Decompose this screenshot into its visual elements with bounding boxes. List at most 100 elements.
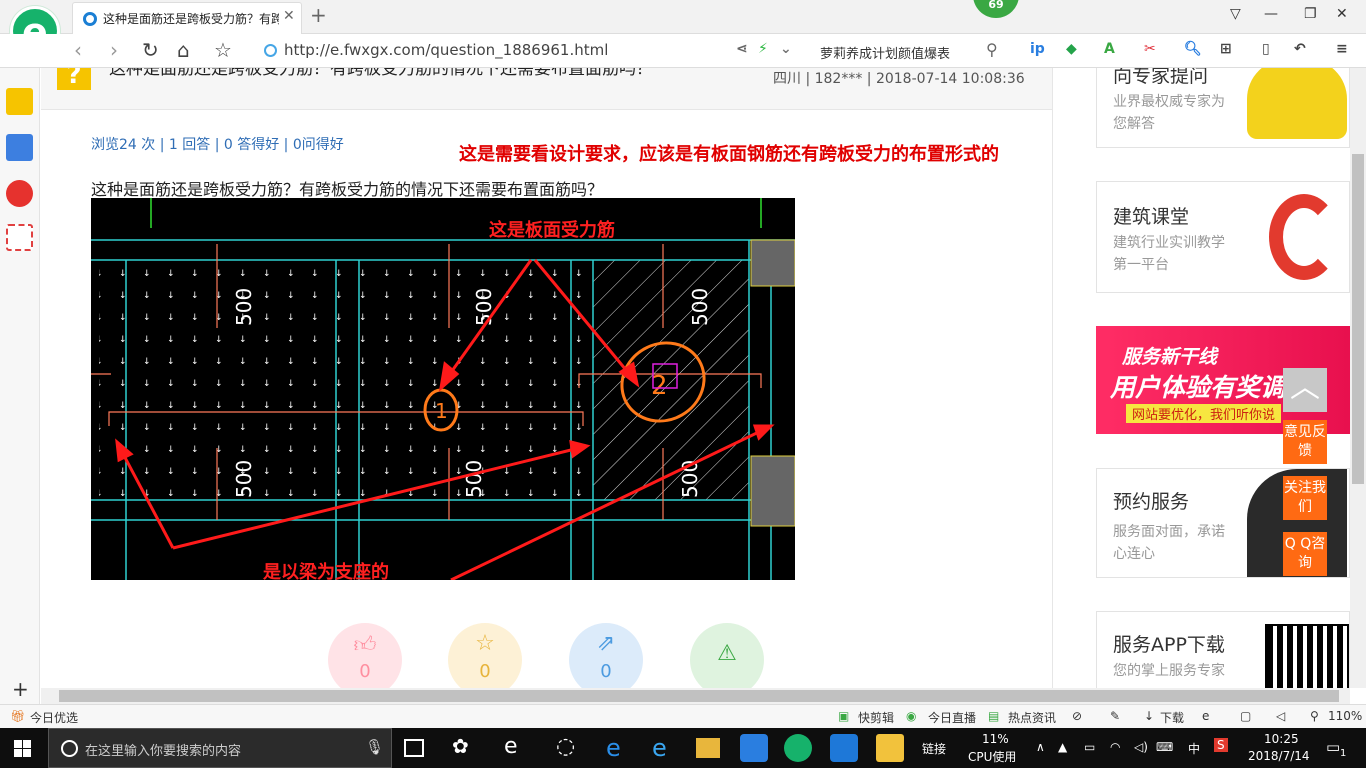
thumbs-up-icon: 👍︎ [353,633,377,658]
download-link[interactable]: 下载 [1160,709,1184,726]
volume-icon[interactable]: ◁ [1276,709,1285,723]
s-app-icon[interactable]: S [1214,738,1228,752]
secure-icon [264,44,277,57]
ip-tool-icon[interactable]: ip [1030,41,1045,57]
skin-icon[interactable]: ▽ [1230,6,1241,22]
network-icon[interactable]: ▲ [1058,740,1067,754]
level-badge[interactable]: 69 [973,0,1019,18]
speaker-icon[interactable]: ◁) [1134,740,1148,754]
speed-icon[interactable]: ⚡ [758,41,768,57]
course-card[interactable]: 建筑课堂 建筑行业实训教学第一平台 [1096,181,1350,293]
report-button[interactable]: ⚠ [690,623,764,688]
qq-consult-button[interactable]: Q Q咨询 [1283,532,1327,576]
favorites-star-icon[interactable] [6,88,33,115]
question-stats[interactable]: 浏览24 次 | 1 回答 | 0 答得好 | 0问得好 [91,134,344,154]
translate-icon[interactable]: A [1104,41,1115,57]
back-to-top-button[interactable]: ︿ [1283,368,1327,412]
tray-expand-icon[interactable]: ∧ [1036,740,1045,754]
g-app-icon[interactable] [740,734,768,762]
follow-us-button[interactable]: 关注我们 [1283,476,1327,520]
quick-edit-link[interactable]: 快剪辑 [858,709,894,726]
clock-date[interactable]: 2018/7/14 [1248,749,1310,763]
tab-active[interactable]: 这种是面筋还是跨板受力筋？有跨板受力筋 ✕ [72,2,302,34]
search-icon[interactable]: ⚲ [986,40,998,59]
taskbar-search-placeholder[interactable]: 在这里输入你要搜索的内容 [85,740,241,759]
ask-expert-card[interactable]: 向专家提问 业界最权威专家为您解答 [1096,68,1350,148]
battery-icon[interactable]: ▭ [1084,740,1095,754]
like-button[interactable]: 👍︎ 0 [328,623,402,688]
tab-close-icon[interactable]: ✕ [283,8,295,24]
forward-icon[interactable]: › [110,38,118,62]
vertical-scroll-thumb[interactable] [1352,154,1364,484]
windows-start-icon[interactable] [14,740,31,757]
back-icon[interactable]: ‹ [74,38,82,62]
scissors-icon[interactable]: ✂ [1144,41,1156,57]
window-icon[interactable]: ▢ [1240,709,1251,723]
weibo-icon[interactable] [6,180,33,207]
search-suggestion[interactable]: 萝莉养成计划颜值爆表 [820,43,950,62]
pin-icon[interactable]: ✎ [1110,709,1120,723]
swirl-app-icon[interactable]: ◌ [556,734,584,762]
menu-icon[interactable]: ≡ [1336,41,1348,57]
best-answer: 这是需要看设计要求，应该是有板面钢筋还有跨板受力的布置形式的 [459,144,999,165]
download-icon[interactable]: ↓ [1144,709,1154,723]
ask-expert-title: 向专家提问 [1113,68,1209,87]
vertical-scrollbar[interactable] [1350,68,1366,688]
ie-browser-icon[interactable]: e [504,734,532,762]
refresh-icon[interactable]: ↻ [142,38,159,62]
cad-drawing: ↓ [91,198,795,580]
url-text[interactable]: http://e.fwxgx.com/question_1886961.html [284,41,608,59]
zoom-level[interactable]: 110% [1328,709,1362,723]
keyboard-icon[interactable]: ⌨ [1156,740,1173,754]
news-link[interactable]: 热点资讯 [1008,709,1056,726]
close-window-icon[interactable]: ✕ [1336,6,1348,22]
file-explorer-icon[interactable] [696,738,720,758]
feedback-button[interactable]: 意见反馈 [1283,420,1327,464]
question-body: 这种是面筋还是跨板受力筋？有跨板受力筋的情况下还需要布置面筋吗？ [91,180,604,199]
status-bar: 🎁︎ 今日优选 ▣ 快剪辑 ◉ 今日直播 ▤ 热点资讯 ⊘ ✎ ↓ 下载 e ▢… [0,704,1366,728]
app-download-card[interactable]: 服务APP下载 您的掌上服务专家 [1096,611,1350,688]
undo-icon[interactable]: ↶ [1294,41,1306,57]
circle-1-label: 1 [435,399,448,423]
notes-app-icon[interactable] [876,734,904,762]
ime-indicator[interactable]: 中 [1188,740,1200,757]
horizontal-scrollbar[interactable] [41,688,1350,704]
ie-mode-icon[interactable]: e [1202,709,1209,723]
notification-icon[interactable]: ▭ [1326,738,1340,756]
minimize-icon[interactable]: — [1264,6,1278,22]
zoom-icon[interactable]: ⚲ [1310,709,1319,723]
magnifier-tool-icon[interactable]: 🔍︎ [1184,41,1202,57]
bookmark-star-icon[interactable]: ☆ [214,38,232,62]
live-link[interactable]: 今日直播 [928,709,976,726]
links-toolbar[interactable]: 链接 [922,740,946,757]
internet-explorer-icon[interactable]: e [652,734,680,762]
address-bar[interactable]: http://e.fwxgx.com/question_1886961.html [260,38,730,64]
task-view-icon[interactable] [404,739,424,757]
share-icon[interactable]: ⋖ [736,41,748,57]
phone-icon[interactable]: ▯ [1262,41,1270,57]
new-tab-icon[interactable]: + [310,3,327,27]
wifi-icon[interactable]: ◠ [1110,740,1120,754]
sidebar-add-icon[interactable]: + [12,677,29,701]
microphone-icon[interactable]: 🎙︎ [365,738,384,756]
today-picks-link[interactable]: 今日优选 [30,709,78,726]
pinwheel-app-icon[interactable]: ✿ [452,734,480,762]
edge-icon[interactable]: e [606,734,634,762]
plus-app-icon[interactable] [830,734,858,762]
clock-time[interactable]: 10:25 [1264,732,1299,746]
restore-icon[interactable]: ❐ [1304,6,1317,22]
dim-label: 500 [232,288,256,326]
share-button[interactable]: ⇗ 0 [569,623,643,688]
speedup-icon[interactable]: ⊘ [1072,709,1082,723]
apps-grid-icon[interactable]: ⊞ [1220,41,1232,57]
taskbar-search[interactable]: 在这里输入你要搜索的内容 🎙︎ [48,728,392,768]
mail-at-icon[interactable] [6,224,33,251]
favorite-button[interactable]: ☆ 0 [448,623,522,688]
reader-list-icon[interactable] [6,134,33,161]
browser-taskbar-icon[interactable] [784,734,812,762]
home-icon[interactable]: ⌂ [177,38,190,62]
search-box[interactable]: 萝莉养成计划颜值爆表 ⚲ [812,38,1012,64]
horizontal-scroll-thumb[interactable] [59,690,1339,702]
chevron-down-icon[interactable]: ⌄ [780,41,792,57]
shield-icon[interactable]: ◆ [1066,41,1077,57]
